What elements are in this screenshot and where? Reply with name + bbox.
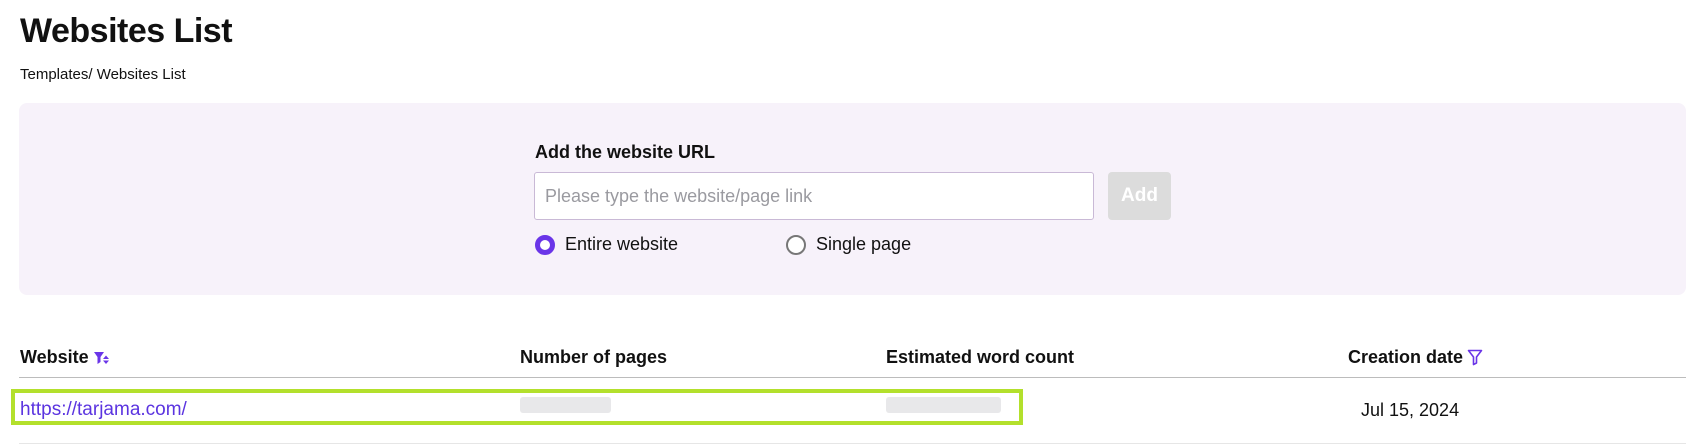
website-link[interactable]: https://tarjama.com/ — [20, 399, 187, 421]
filter-icon[interactable] — [1467, 349, 1483, 366]
creation-date-cell: Jul 15, 2024 — [1361, 400, 1460, 420]
page-title: Websites List — [20, 12, 233, 50]
column-header-words-label: Estimated word count — [886, 347, 1075, 367]
radio-entire-website[interactable]: Entire website — [535, 234, 678, 255]
radio-single-page-label: Single page — [816, 234, 912, 254]
url-input[interactable] — [534, 172, 1094, 220]
add-button[interactable]: Add — [1108, 172, 1171, 220]
url-label: Add the website URL — [535, 142, 716, 162]
column-header-website-label: Website — [20, 347, 89, 367]
column-header-created-label: Creation date — [1348, 347, 1464, 367]
breadcrumb[interactable]: Templates/ Websites List — [20, 66, 186, 83]
radio-single-page[interactable]: Single page — [786, 234, 911, 255]
column-header-words[interactable]: Estimated word count — [886, 347, 1074, 368]
column-header-pages-label: Number of pages — [520, 347, 668, 367]
radio-unchecked-icon[interactable] — [786, 234, 806, 255]
table-row-divider — [19, 443, 1686, 444]
words-loading-skeleton — [886, 397, 1001, 413]
table-header-divider — [19, 377, 1686, 378]
column-header-pages[interactable]: Number of pages — [520, 347, 667, 368]
sort-filter-icon[interactable] — [93, 350, 109, 366]
radio-checked-icon[interactable] — [535, 234, 555, 255]
pages-loading-skeleton — [520, 397, 611, 413]
column-header-website[interactable]: Website — [20, 347, 109, 368]
column-header-created[interactable]: Creation date — [1348, 347, 1483, 368]
radio-entire-website-label: Entire website — [565, 234, 679, 254]
